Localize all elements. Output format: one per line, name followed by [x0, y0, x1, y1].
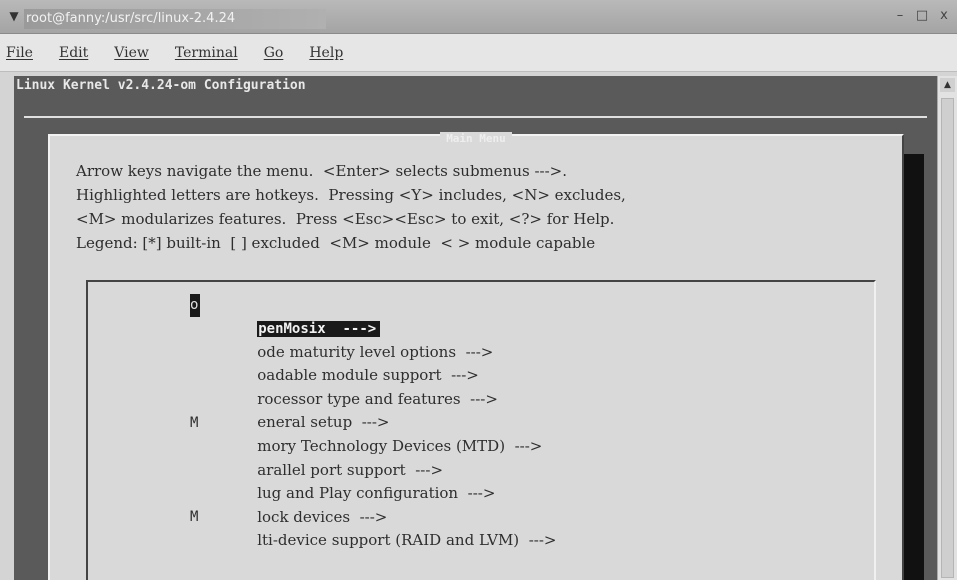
scroll-up-icon[interactable]: ▲ [940, 78, 955, 92]
window-title: root@fanny:/usr/src/linux-2.4.24 [24, 9, 326, 29]
menu-edit[interactable]: Edit [59, 45, 88, 61]
menu-help[interactable]: Help [309, 45, 343, 61]
help-line: <M> modularizes features. Press <Esc><Es… [76, 210, 615, 228]
menu-entry-processor-type[interactable]: rocessor type and features ---> [190, 365, 556, 408]
menu-bar: File Edit View Terminal Go Help [0, 34, 957, 72]
title-bar[interactable]: ▼ root@fanny:/usr/src/linux-2.4.24 – □ x [0, 0, 957, 34]
dialog-shadow [904, 154, 924, 580]
menu-terminal[interactable]: Terminal [175, 45, 238, 61]
help-text: Arrow keys navigate the menu. <Enter> se… [76, 159, 626, 255]
hotkey-letter: M [190, 414, 199, 431]
menu-file[interactable]: File [6, 45, 33, 61]
menu-entry-mtd[interactable]: Mmory Technology Devices (MTD) ---> [190, 412, 556, 455]
menu-entry-block-devices[interactable]: lock devices ---> [190, 483, 556, 526]
menu-go[interactable]: Go [264, 45, 284, 61]
vertical-scrollbar[interactable]: ▲ [937, 76, 957, 580]
terminal-window: ▼ root@fanny:/usr/src/linux-2.4.24 – □ x… [0, 0, 957, 580]
terminal-screen[interactable]: Linux Kernel v2.4.24-om Configuration Ma… [14, 76, 937, 580]
help-line: Arrow keys navigate the menu. <Enter> se… [76, 162, 567, 180]
config-header: Linux Kernel v2.4.24-om Configuration [16, 78, 306, 93]
main-menu-dialog: Main Menu Arrow keys navigate the menu. … [48, 132, 904, 580]
help-line: Highlighted letters are hotkeys. Pressin… [76, 186, 626, 204]
hotkey-letter: M [190, 509, 199, 526]
help-line: Legend: [*] built-in [ ] excluded <M> mo… [76, 234, 596, 252]
close-button[interactable]: x [935, 7, 953, 25]
scroll-thumb[interactable] [941, 98, 954, 578]
menu-entry-label: lti-device support (RAID and LVM) ---> [257, 531, 557, 550]
dialog-title: Main Menu [440, 132, 512, 145]
hotkey-letter: o [190, 294, 200, 317]
window-controls: – □ x [891, 7, 953, 25]
window-menu-icon[interactable]: ▼ [6, 9, 22, 23]
menu-entry-plug-and-play[interactable]: lug and Play configuration ---> [190, 459, 556, 502]
menu-entry-code-maturity[interactable]: ode maturity level options ---> [190, 318, 556, 361]
header-divider [24, 116, 927, 118]
menu-entry-parallel-port[interactable]: arallel port support ---> [190, 436, 556, 479]
menu-entry-openmosix[interactable]: o penMosix ---> [190, 294, 556, 337]
menu-list: o penMosix ---> ode maturity level option… [190, 294, 556, 549]
menu-box: o penMosix ---> ode maturity level option… [86, 280, 876, 580]
maximize-button[interactable]: □ [913, 7, 931, 25]
menu-entry-multi-device[interactable]: Mlti-device support (RAID and LVM) ---> [190, 506, 556, 549]
menu-view[interactable]: View [114, 45, 149, 61]
minimize-button[interactable]: – [891, 7, 909, 25]
menu-entry-general-setup[interactable]: eneral setup ---> [190, 388, 556, 431]
menu-entry-loadable-modules[interactable]: oadable module support ---> [190, 341, 556, 384]
